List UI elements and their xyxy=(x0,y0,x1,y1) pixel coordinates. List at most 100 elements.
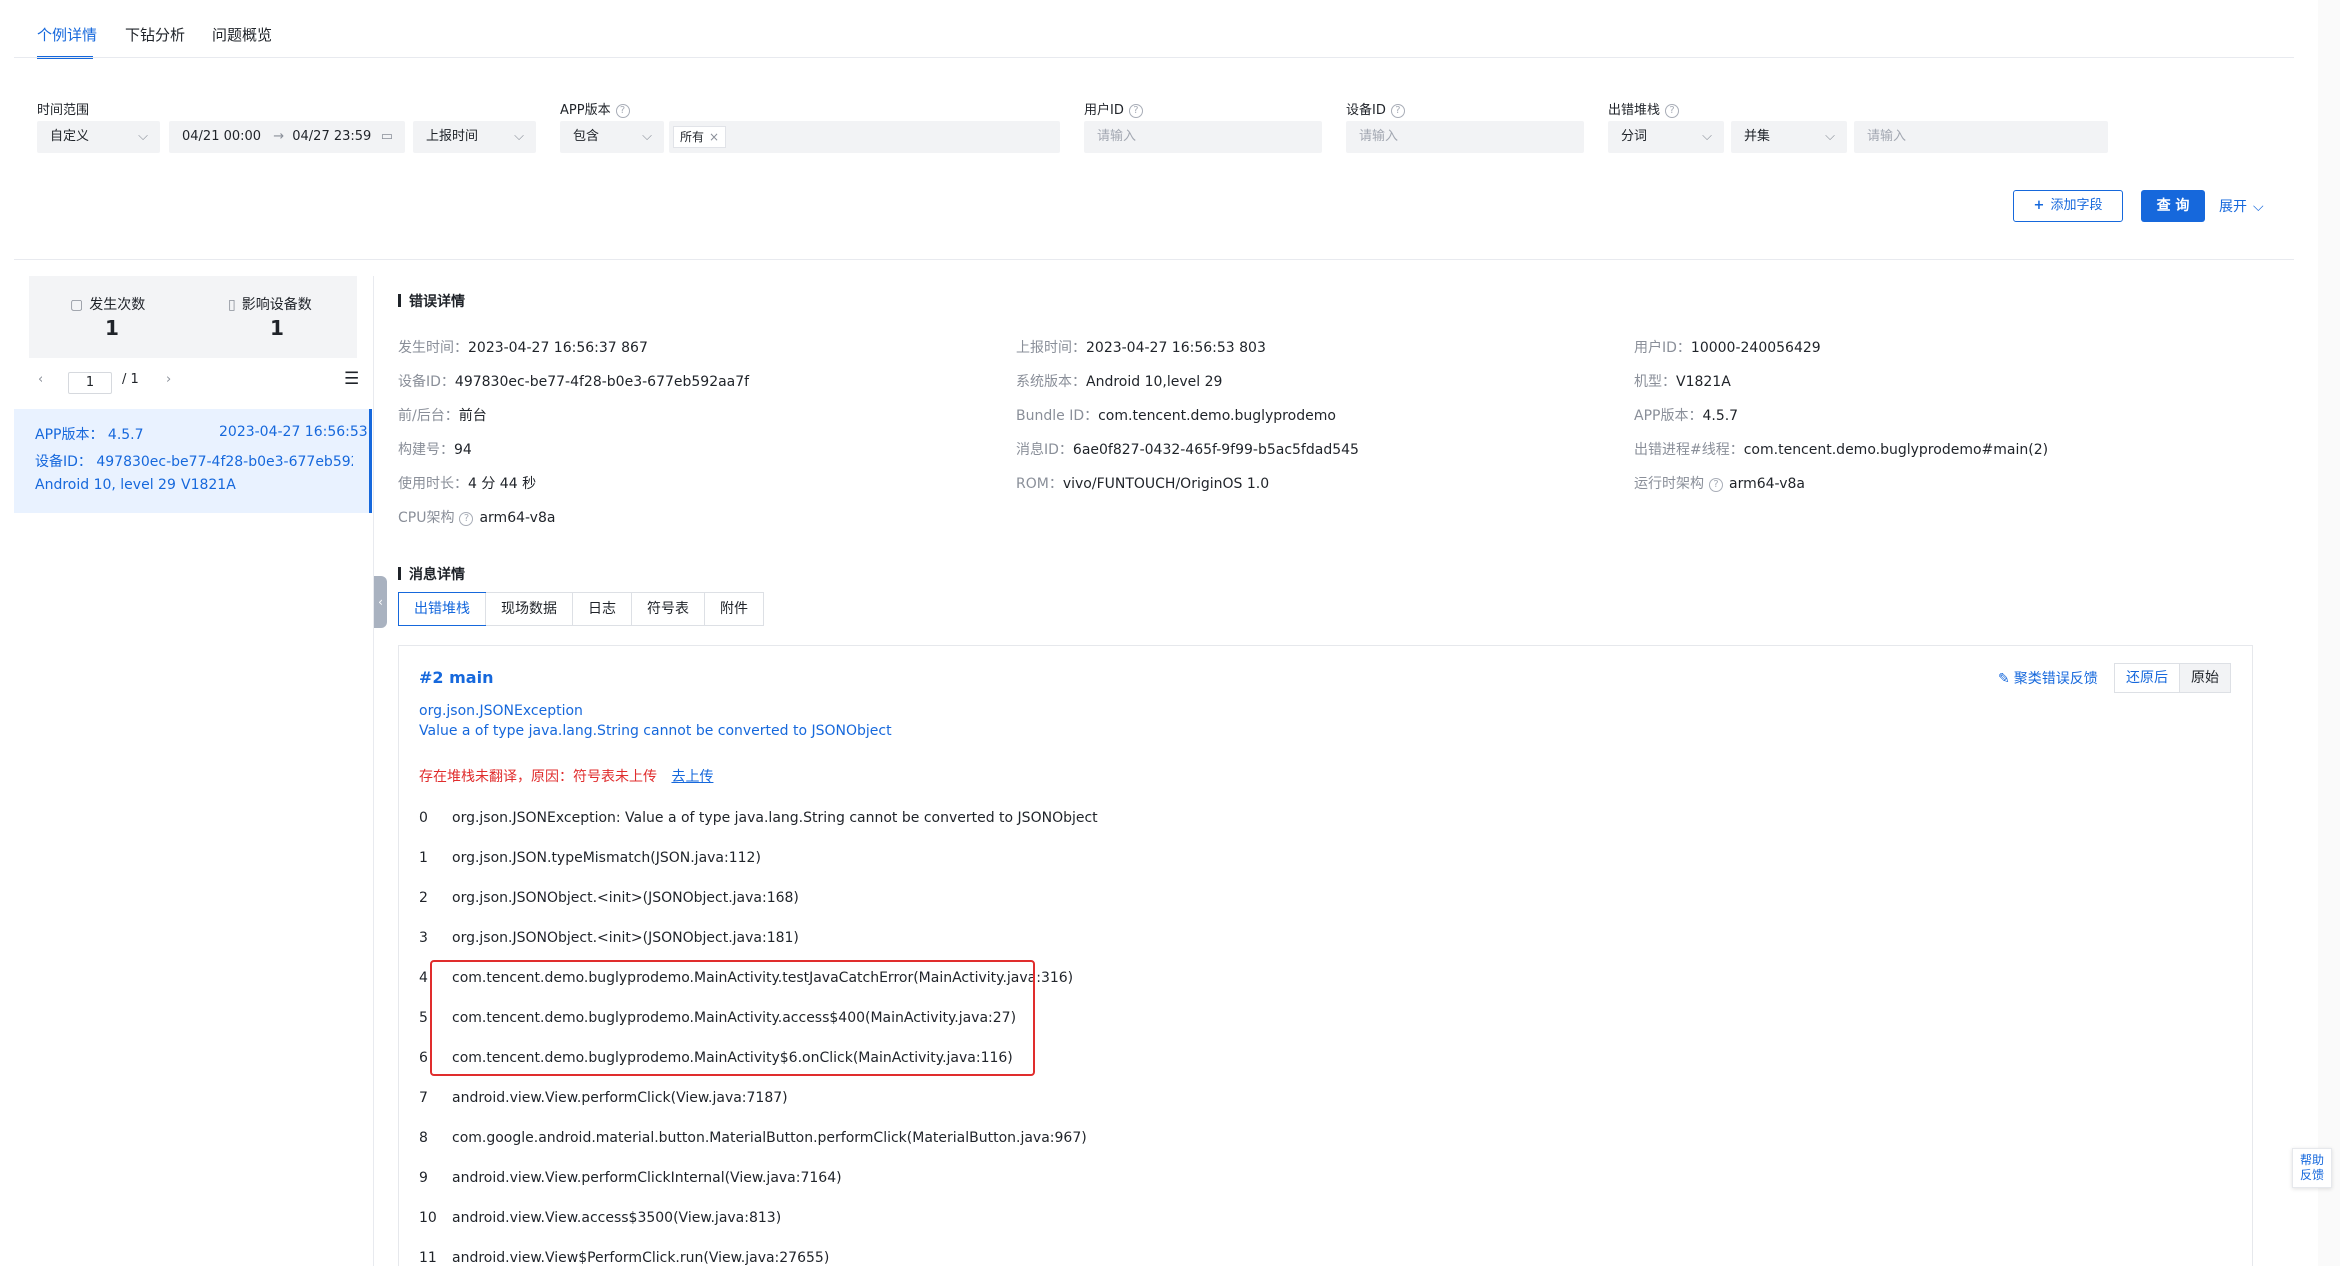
tab-issue-overview[interactable]: 问题概览 xyxy=(212,24,272,45)
help-icon[interactable]: ? xyxy=(1665,104,1680,118)
page: 个例详情 下钻分析 问题概览 时间范围 APP版本? 用户ID? 设备ID? 出… xyxy=(0,0,2340,1266)
stack-mode-value: 分词 xyxy=(1621,129,1648,144)
query-button[interactable]: 查 询 xyxy=(2141,190,2205,222)
field-key: 机型： xyxy=(1634,374,1676,390)
stack-join-select[interactable]: 并集 ⌵ xyxy=(1731,121,1847,153)
collapse-panel-handle[interactable]: ‹ xyxy=(374,576,387,628)
help-icon[interactable]: ? xyxy=(1709,478,1723,492)
stack-input[interactable]: 请输入 xyxy=(1854,121,2108,153)
chevron-down-icon: ⌵ xyxy=(2253,199,2264,215)
prev-page-icon[interactable]: ‹ xyxy=(38,372,43,387)
highlight-box xyxy=(430,960,1035,1076)
toggle-restored[interactable]: 还原后 xyxy=(2115,664,2180,692)
stack-mode-select[interactable]: 分词 ⌵ xyxy=(1608,121,1724,153)
help-icon[interactable]: ? xyxy=(615,104,630,118)
tab-log[interactable]: 日志 xyxy=(572,593,631,625)
time-type-value: 上报时间 xyxy=(426,129,479,144)
field-key: 用户ID： xyxy=(1634,340,1691,356)
field-key: 运行时架构 xyxy=(1634,476,1704,492)
stack-label: 出错堆栈? xyxy=(1608,99,1680,118)
frame-index: 3 xyxy=(419,930,428,946)
exception-message: Value a of type java.lang.String cannot … xyxy=(419,723,892,739)
time-mode-select[interactable]: 自定义 ⌵ xyxy=(37,121,160,153)
time-type-select[interactable]: 上报时间 ⌵ xyxy=(413,121,536,153)
expand-label: 展开 xyxy=(2219,199,2247,215)
detail-field: 运行时架构? arm64-v8a xyxy=(1634,473,1805,493)
field-value: 497830ec-be77-4f28-b0e3-677eb592aa7f xyxy=(454,374,750,390)
app-version-label: APP版本? xyxy=(560,99,630,118)
symbol-warning: 存在堆栈未翻译，原因：符号表未上传 去上传 xyxy=(419,766,713,786)
toggle-original[interactable]: 原始 xyxy=(2180,664,2230,692)
tab-scene-data[interactable]: 现场数据 xyxy=(485,593,572,625)
detail-field: 发生时间：2023-04-27 16:56:37 867 xyxy=(398,337,648,357)
date-end: 04/27 23:59 xyxy=(292,129,372,144)
frame-text: org.json.JSONException: Value a of type … xyxy=(452,810,1098,826)
help-feedback-button[interactable]: 帮助 反馈 xyxy=(2292,1148,2332,1188)
field-key: 前/后台： xyxy=(398,408,459,424)
help-icon[interactable]: ? xyxy=(1128,104,1143,118)
filters-divider xyxy=(14,259,2294,260)
page-input[interactable]: 1 xyxy=(68,372,112,394)
field-value: arm64-v8a xyxy=(479,510,556,526)
item-model: V1821A xyxy=(181,477,236,493)
date-range-picker[interactable]: 04/21 00:00 → 04/27 23:59 ▭ xyxy=(169,121,405,153)
page-total: / 1 xyxy=(122,372,139,387)
chevron-left-icon: ‹ xyxy=(378,595,383,609)
message-detail-heading: 消息详情 xyxy=(398,564,465,584)
section-marker xyxy=(398,567,401,580)
cluster-feedback-button[interactable]: ✎ 聚类错误反馈 xyxy=(1998,668,2098,688)
frame-text: android.view.View.performClickInternal(V… xyxy=(452,1170,842,1186)
app-version-op-select[interactable]: 包含 ⌵ xyxy=(560,121,664,153)
field-key: CPU架构 xyxy=(398,510,455,526)
app-version-tag: 所有 × xyxy=(673,126,727,148)
device-id-input[interactable]: 请输入 xyxy=(1346,121,1584,153)
detail-field: 上报时间：2023-04-27 16:56:53 803 xyxy=(1016,337,1266,357)
tab-error-stack[interactable]: 出错堆栈 xyxy=(398,592,486,626)
stats-card xyxy=(29,276,357,358)
field-key: APP版本： xyxy=(1634,408,1703,424)
help-icon[interactable]: ? xyxy=(459,512,474,526)
field-value: 前台 xyxy=(458,408,487,424)
tab-drilldown[interactable]: 下钻分析 xyxy=(125,24,185,45)
frame-text: com.google.android.material.button.Mater… xyxy=(452,1130,1087,1146)
upload-link[interactable]: 去上传 xyxy=(671,769,713,785)
plus-icon: + xyxy=(2033,198,2045,213)
expand-button[interactable]: 展开 ⌵ xyxy=(2219,196,2264,216)
time-mode-value: 自定义 xyxy=(50,129,90,144)
field-key: 构建号： xyxy=(398,442,454,458)
frame-text: org.json.JSON.typeMismatch(JSON.java:112… xyxy=(452,850,761,866)
next-page-icon[interactable]: › xyxy=(166,372,171,387)
devices-label: ▯ 影响设备数 xyxy=(228,297,312,313)
field-key: 上报时间： xyxy=(1016,340,1086,356)
frame-index: 4 xyxy=(419,970,428,986)
scrollbar[interactable] xyxy=(2318,0,2340,1266)
close-icon[interactable]: × xyxy=(709,130,719,144)
field-key: 使用时长： xyxy=(398,476,468,492)
exception-class: org.json.JSONException xyxy=(419,703,583,719)
tab-attachments[interactable]: 附件 xyxy=(704,593,763,625)
date-arrow: → xyxy=(273,129,285,144)
tab-symbol-table[interactable]: 符号表 xyxy=(631,593,704,625)
detail-field: 系统版本：Android 10,level 29 xyxy=(1016,371,1222,391)
app-version-select[interactable]: 所有 × xyxy=(669,121,1060,153)
frame-index: 6 xyxy=(419,1050,428,1066)
field-value: 10000-240056429 xyxy=(1690,340,1821,356)
field-value: 6ae0f827-0432-465f-9f99-b5ac5fdad545 xyxy=(1072,442,1359,458)
tab-case-detail[interactable]: 个例详情 xyxy=(37,24,97,45)
field-key: 出错进程#线程： xyxy=(1634,442,1744,458)
app-version-op-value: 包含 xyxy=(573,129,600,144)
error-detail-heading: 错误详情 xyxy=(398,291,465,311)
detail-field: 使用时长：4 分 44 秒 xyxy=(398,473,536,493)
item-device-id: 设备ID： 497830ec-be77-4f28-b0e3-677eb592a… xyxy=(35,454,353,470)
user-id-input[interactable]: 请输入 xyxy=(1084,121,1322,153)
chevron-down-icon: ⌵ xyxy=(138,129,148,144)
item-time: 2023-04-27 16:56:53 xyxy=(219,424,368,440)
tabs-divider xyxy=(14,57,2294,58)
field-value: Android 10,level 29 xyxy=(1086,374,1223,390)
add-field-button[interactable]: + 添加字段 xyxy=(2013,190,2123,222)
help-icon[interactable]: ? xyxy=(1390,104,1405,118)
phone-icon: ▯ xyxy=(228,297,236,313)
lock-icon: ▢ xyxy=(70,297,84,313)
occurrences-count: 1 xyxy=(105,316,119,340)
list-menu-icon[interactable]: ☰ xyxy=(344,369,359,389)
